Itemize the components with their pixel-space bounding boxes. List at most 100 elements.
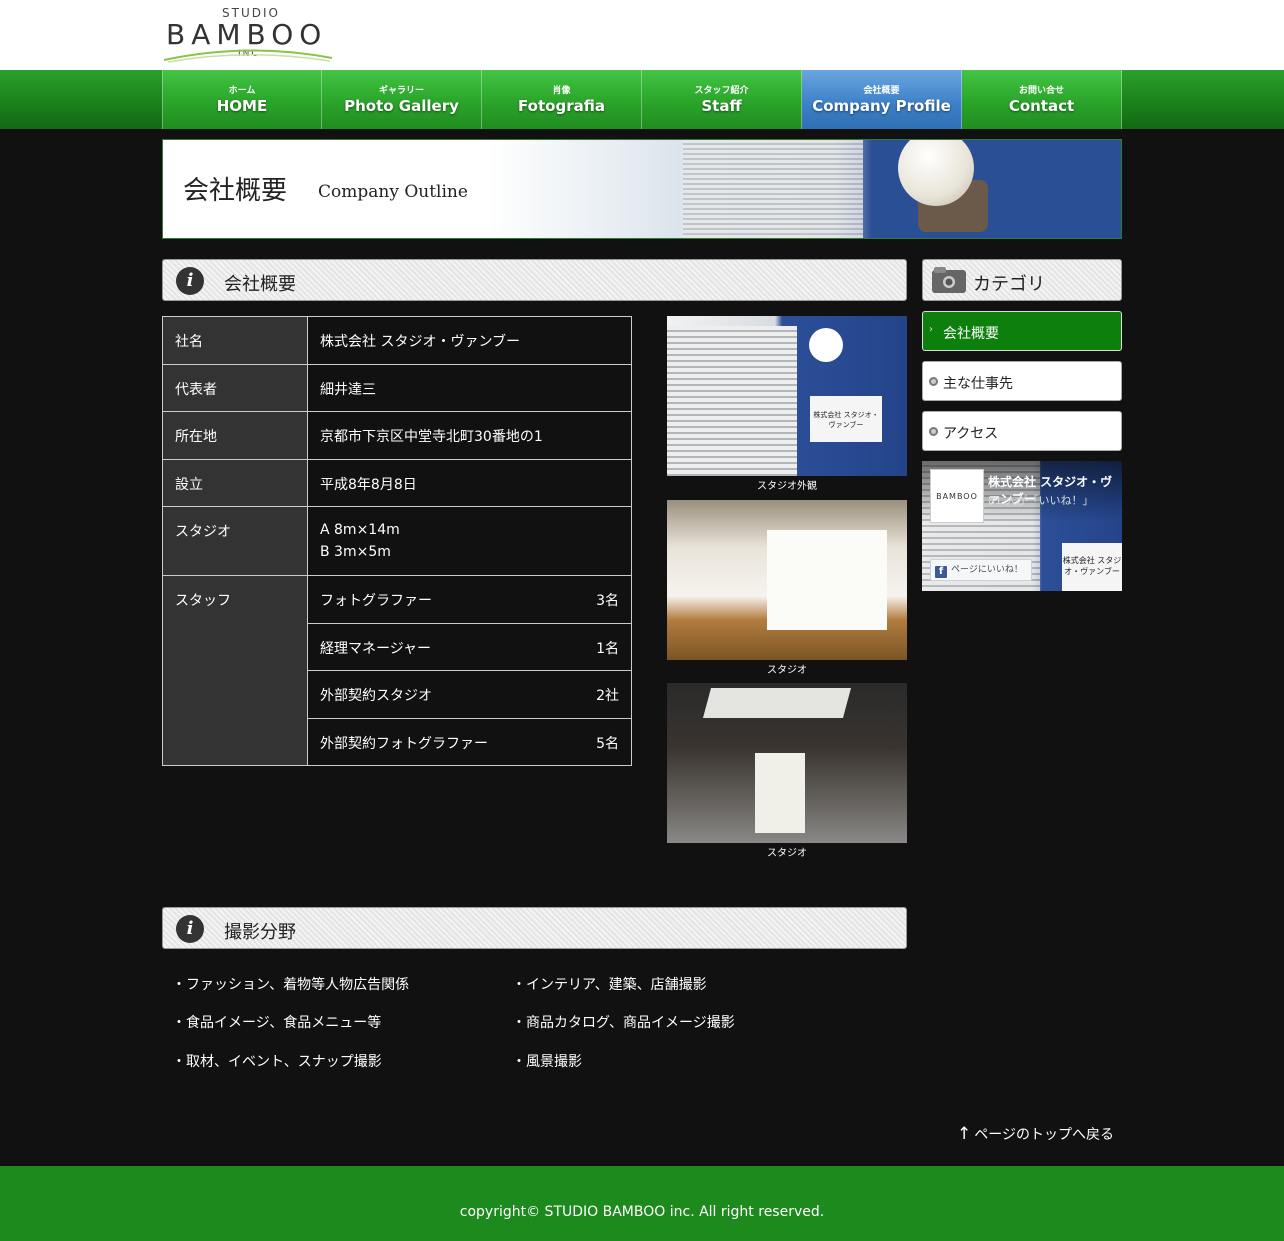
staff-role: 経理マネージャー <box>320 641 432 657</box>
list-item: ・風景撮影 <box>512 1054 582 1070</box>
logo[interactable]: STUDIO BAMBOO INC <box>162 4 334 64</box>
sidebar-item-label: 会社概要 <box>943 326 999 342</box>
sidebar-item-label: アクセス <box>943 426 999 442</box>
nav-company-profile[interactable]: 会社概要 Company Profile <box>802 70 962 129</box>
nav-staff-jp: スタッフ紹介 <box>694 86 749 96</box>
nav-contact-jp: お問い合せ <box>1018 86 1064 96</box>
nav-contact-en: Contact <box>1008 97 1075 115</box>
nav-fotografia[interactable]: 肖像 Fotografia <box>482 70 642 129</box>
page-subtitle: Company Outline <box>318 182 468 202</box>
section-header-fields: i 撮影分野 <box>162 907 907 949</box>
photo-lamp <box>809 328 843 362</box>
section-title-company: 会社概要 <box>224 274 296 295</box>
nav-company-profile-jp: 会社概要 <box>863 86 900 96</box>
row-value-name: 株式会社 スタジオ・ヴァンブー <box>307 316 632 365</box>
company-info-table: 社名 株式会社 スタジオ・ヴァンブー 代表者 細井達三 所在地 京都市下京区中堂… <box>162 316 632 766</box>
row-label-staff: スタッフ <box>162 575 308 766</box>
row-label-founded: 設立 <box>162 459 308 507</box>
back-to-top-link[interactable]: ↑ ページのトップへ戻る <box>957 1124 1114 1144</box>
row-label-studio: スタジオ <box>162 506 308 576</box>
sidebar-item-company-outline[interactable]: › 会社概要 <box>922 311 1122 351</box>
row-value-rep: 細井達三 <box>307 364 632 412</box>
list-item: ・取材、イベント、スナップ撮影 <box>172 1054 382 1070</box>
row-label-address: 所在地 <box>162 411 308 460</box>
photo-ceiling-diffuser <box>702 688 852 718</box>
photo-caption: スタジオ外観 <box>757 481 817 492</box>
staff-row: フォトグラファー 3名 <box>307 575 632 624</box>
list-item: ・商品カタログ、商品イメージ撮影 <box>512 1015 735 1031</box>
studio-size-b: B 3m×5m <box>320 544 391 560</box>
facebook-page-widget[interactable]: 株式会社 スタジオ・ヴァンブー BAMBOO 株式会社 スタジオ・ヴァンブー 8… <box>922 461 1122 591</box>
nav-photo-gallery-jp: ギャラリー <box>378 86 424 96</box>
global-nav-bar: ホーム HOME ギャラリー Photo Gallery 肖像 Fotograf… <box>0 70 1284 129</box>
back-to-top-label: ページのトップへ戻る <box>974 1127 1114 1143</box>
page-title: 会社概要 <box>183 176 288 206</box>
arrow-up-icon: ↑ <box>957 1124 972 1144</box>
photo-shutter <box>667 326 797 476</box>
list-item: ・ファッション、着物等人物広告関係 <box>172 977 410 993</box>
sidebar-item-access[interactable]: アクセス <box>922 411 1122 451</box>
studio-size-a: A 8m×14m <box>320 522 400 538</box>
photo-caption: スタジオ <box>767 665 807 676</box>
fb-like-button[interactable]: f ページにいいね！ <box>930 559 1032 581</box>
table-row: 所在地 京都市下京区中堂寺北町30番地の1 <box>162 411 632 460</box>
nav-home-en: HOME <box>216 97 268 115</box>
bullet-icon <box>929 377 938 386</box>
page-banner: 会社概要 Company Outline <box>162 139 1122 239</box>
photo-studio-1[interactable] <box>667 500 907 660</box>
copyright-text: copyright© STUDIO BAMBOO inc. All right … <box>459 1204 825 1220</box>
nav-fotografia-jp: 肖像 <box>552 86 571 96</box>
info-icon: i <box>176 915 204 943</box>
fb-cover-sign: 株式会社 スタジオ・ヴァンブー <box>1062 543 1122 591</box>
banner-shutter-image <box>683 140 863 238</box>
table-row: 社名 株式会社 スタジオ・ヴァンブー <box>162 316 632 365</box>
bullet-icon <box>929 427 938 436</box>
chevron-right-icon: › <box>929 324 933 335</box>
photo-light-box <box>755 753 805 833</box>
photo-caption: スタジオ <box>767 848 807 859</box>
nav-fotografia-en: Fotografia <box>518 97 605 115</box>
staff-row: 外部契約スタジオ 2社 <box>307 670 632 719</box>
staff-role: フォトグラファー <box>320 593 432 609</box>
camera-folder-icon <box>932 267 966 293</box>
info-icon: i <box>176 267 204 295</box>
global-nav: ホーム HOME ギャラリー Photo Gallery 肖像 Fotograf… <box>162 70 1122 129</box>
table-row: 代表者 細井達三 <box>162 364 632 412</box>
nav-home[interactable]: ホーム HOME <box>162 70 322 129</box>
nav-photo-gallery[interactable]: ギャラリー Photo Gallery <box>322 70 482 129</box>
photo-sign: 株式会社 スタジオ・ヴァンブー <box>810 396 882 442</box>
staff-role: 外部契約フォトグラファー <box>320 736 488 752</box>
sidebar-title: カテゴリ <box>973 274 1045 295</box>
section-header-company: i 会社概要 <box>162 259 907 301</box>
fb-page-thumbnail[interactable]: BAMBOO <box>930 469 984 523</box>
table-row: スタジオ A 8m×14m B 3m×5m <box>162 506 632 576</box>
logo-swoosh-icon <box>163 49 333 63</box>
row-value-founded: 平成8年8月8日 <box>307 459 632 507</box>
nav-staff[interactable]: スタッフ紹介 Staff <box>642 70 802 129</box>
list-item: ・インテリア、建築、店舗撮影 <box>512 977 707 993</box>
staff-count: 2社 <box>596 688 619 704</box>
staff-count: 3名 <box>596 593 619 609</box>
table-row: 設立 平成8年8月8日 <box>162 459 632 507</box>
sidebar-item-clients[interactable]: 主な仕事先 <box>922 361 1122 401</box>
fb-like-label: ページにいいね！ <box>951 565 1023 575</box>
row-label-rep: 代表者 <box>162 364 308 412</box>
site-footer: copyright© STUDIO BAMBOO inc. All right … <box>0 1166 1284 1241</box>
table-row: スタッフ フォトグラファー 3名 <box>162 575 632 766</box>
fb-like-count: 81 人が「いいね！」 <box>988 494 1094 507</box>
staff-count: 1名 <box>596 641 619 657</box>
site-header: STUDIO BAMBOO INC <box>0 0 1284 70</box>
photo-studio-2[interactable] <box>667 683 907 843</box>
row-value-studio: A 8m×14m B 3m×5m <box>307 506 632 576</box>
nav-home-jp: ホーム <box>228 86 256 96</box>
nav-contact[interactable]: お問い合せ Contact <box>962 70 1122 129</box>
row-label-name: 社名 <box>162 316 308 365</box>
staff-role: 外部契約スタジオ <box>320 688 432 704</box>
row-value-address: 京都市下京区中堂寺北町30番地の1 <box>307 411 632 460</box>
photo-backdrop <box>767 530 887 630</box>
nav-company-profile-en: Company Profile <box>812 97 951 115</box>
section-title-fields: 撮影分野 <box>224 922 296 943</box>
facebook-icon: f <box>935 566 947 578</box>
sidebar-header: カテゴリ <box>922 259 1122 301</box>
photo-studio-exterior[interactable]: 株式会社 スタジオ・ヴァンブー <box>667 316 907 476</box>
